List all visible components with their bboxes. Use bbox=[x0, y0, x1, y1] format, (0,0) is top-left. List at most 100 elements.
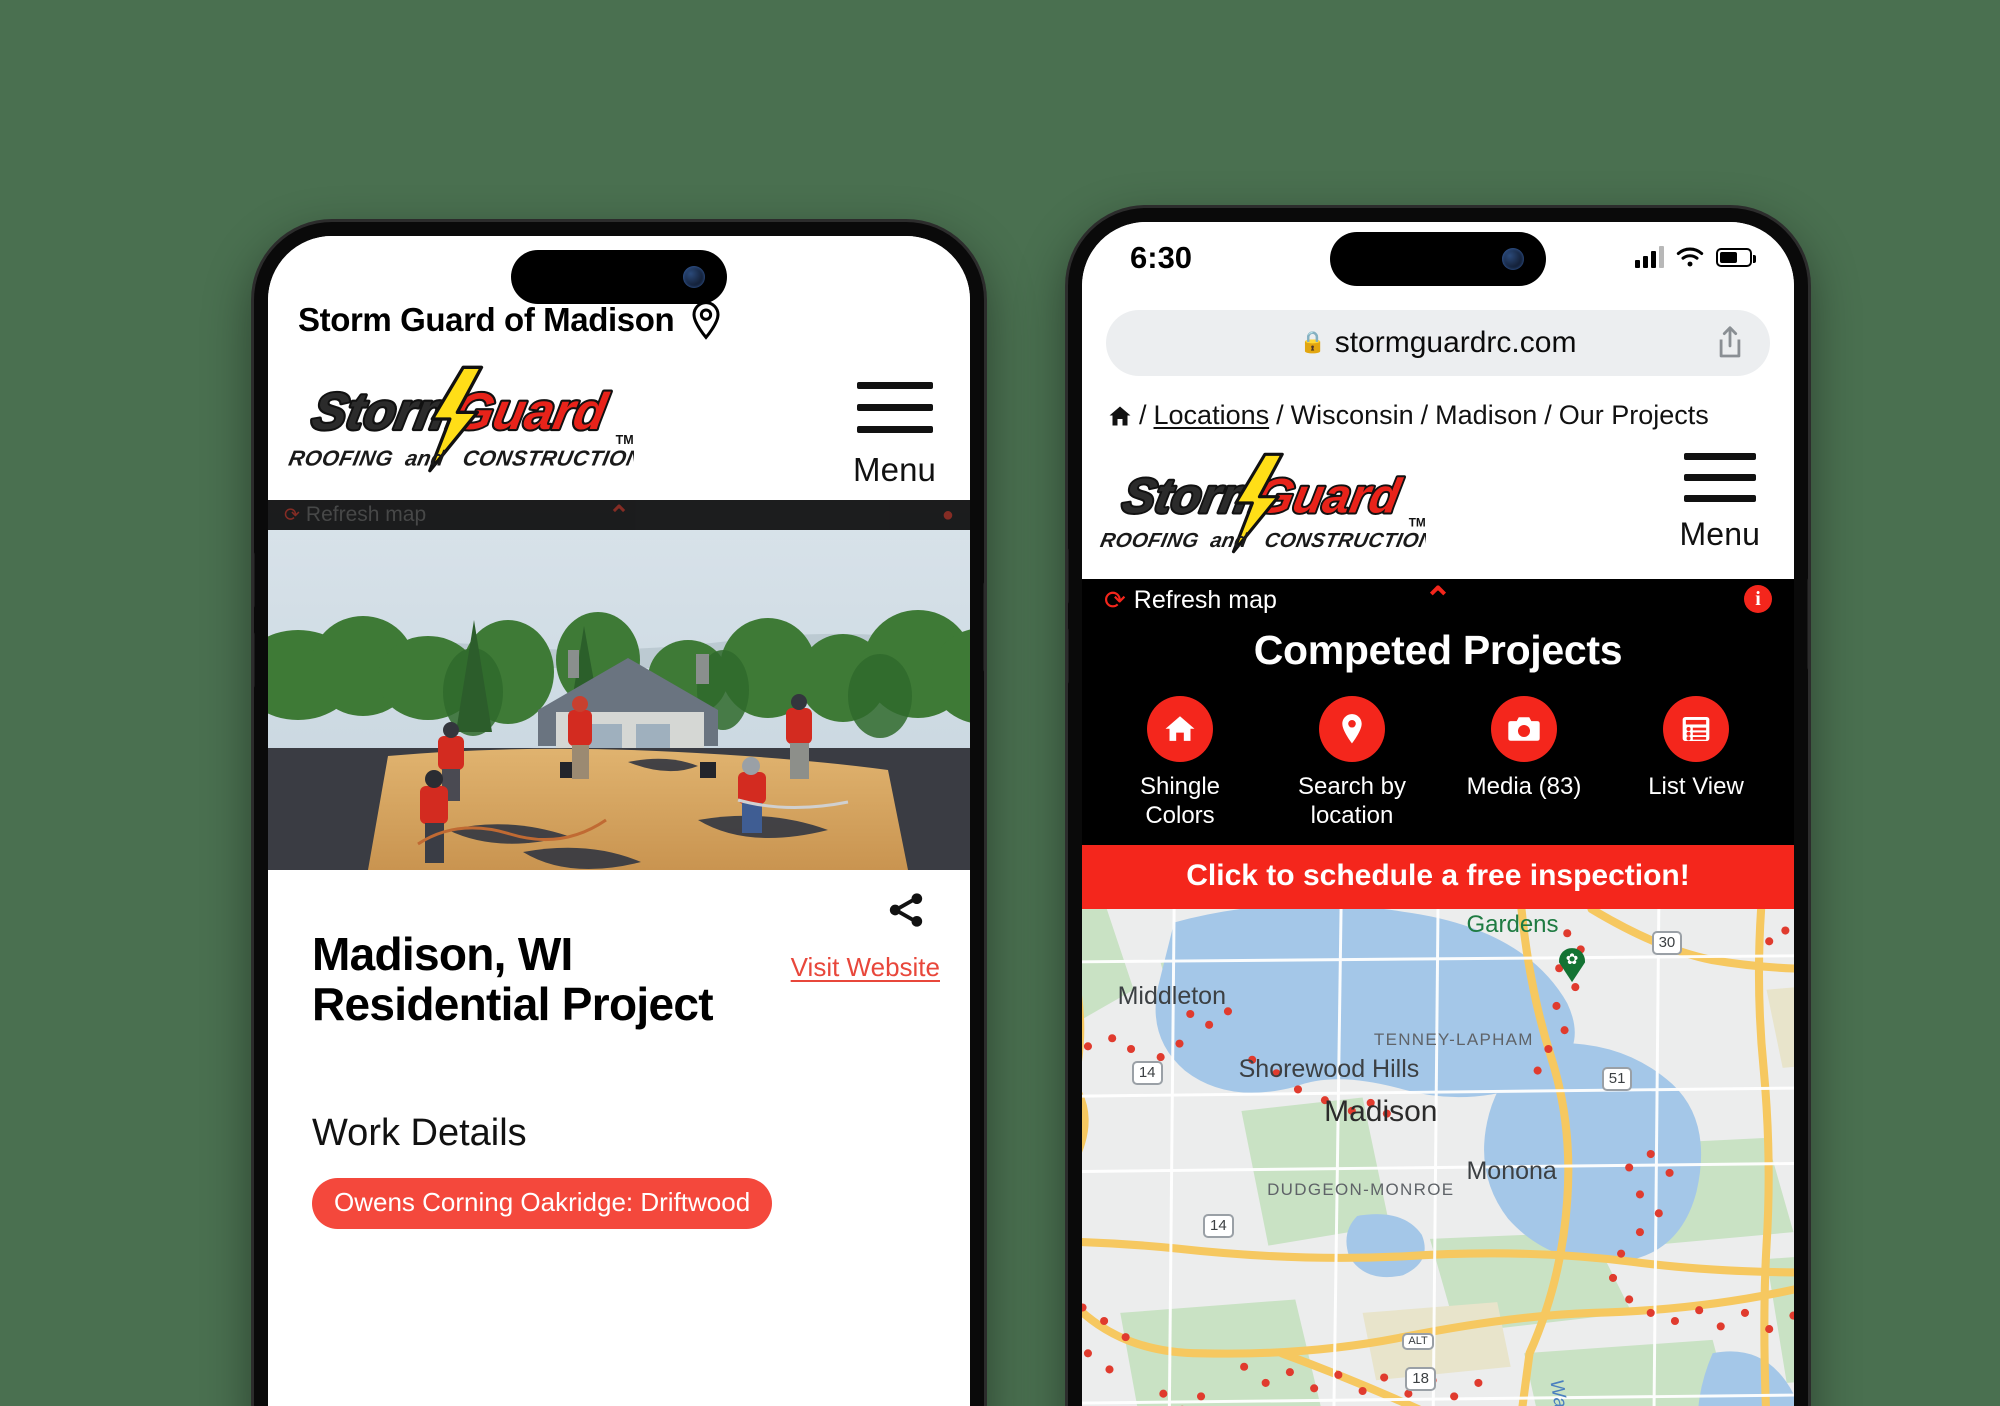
info-icon[interactable]: i bbox=[1744, 585, 1772, 613]
front-camera-icon bbox=[683, 266, 705, 288]
status-clock: 6:30 bbox=[1130, 240, 1193, 275]
site-logo-left[interactable]: Storm Storm Storm Guard Guard Guard TM R… bbox=[284, 364, 634, 474]
breadcrumb-separator: / bbox=[1139, 400, 1147, 430]
route-shield: 14 bbox=[1203, 1213, 1234, 1238]
svg-text:TM: TM bbox=[616, 433, 634, 447]
work-detail-chip[interactable]: Owens Corning Oakridge: Driftwood bbox=[312, 1178, 773, 1229]
volume-up-button[interactable] bbox=[1068, 548, 1069, 604]
panel-title: Competed Projects bbox=[1253, 627, 1623, 673]
left-phone-screen: Storm Guard of Madison Storm Storm Storm… bbox=[268, 236, 970, 1406]
refresh-map-button[interactable]: ⟳ Refresh map bbox=[1104, 586, 1277, 615]
project-photo[interactable]: ⟳ Refresh map ⌃ ● bbox=[268, 500, 970, 870]
chevron-up-icon: ⌃ bbox=[608, 500, 630, 530]
svg-text:CONSTRUCTION: CONSTRUCTION bbox=[1263, 529, 1426, 552]
share-icon[interactable] bbox=[886, 890, 926, 930]
svg-text:TM: TM bbox=[1409, 517, 1426, 530]
tile-label: Search by location bbox=[1297, 773, 1407, 830]
map-label-monona: Monona bbox=[1466, 1157, 1557, 1186]
panel-toolbar: ⟳ Refresh map ⌃ i bbox=[1082, 579, 1794, 621]
map-label-middleton: Middleton bbox=[1117, 982, 1226, 1011]
home-icon[interactable] bbox=[1108, 404, 1132, 428]
map-label-madison: Madison bbox=[1324, 1095, 1438, 1129]
cellular-signal-icon bbox=[1635, 246, 1664, 268]
lock-icon: 🔒 bbox=[1299, 331, 1326, 354]
route-shield: 18 bbox=[1405, 1366, 1436, 1391]
dynamic-island bbox=[1330, 232, 1546, 286]
chevron-up-icon[interactable]: ⌃ bbox=[1424, 582, 1453, 617]
visit-website-link[interactable]: Visit Website bbox=[791, 952, 940, 983]
menu-button-right[interactable]: Menu bbox=[1680, 453, 1760, 553]
project-detail-body: Visit Website Madison, WI Residential Pr… bbox=[268, 870, 970, 1406]
browser-address-bar[interactable]: 🔒 stormguardrc.com bbox=[1106, 310, 1770, 376]
hamburger-bar bbox=[1683, 474, 1756, 481]
site-logo-right[interactable]: Storm Storm Storm Guard Guard Guard TM R… bbox=[1096, 451, 1426, 555]
phone-mockup-right: 6:30 🔒 stormguardrc.com / Locations / Wi… bbox=[1068, 208, 1808, 1406]
refresh-icon: ⟳ bbox=[1104, 585, 1126, 615]
svg-text:CONSTRUCTION: CONSTRUCTION bbox=[461, 446, 634, 471]
power-button[interactable] bbox=[983, 582, 984, 672]
page-title: Storm Guard of Madison bbox=[298, 301, 675, 338]
tile-label: List View bbox=[1648, 773, 1744, 800]
url-text: stormguardrc.com bbox=[1334, 326, 1577, 359]
hamburger-bar bbox=[856, 426, 933, 433]
tile-search-by-location[interactable]: Search by location bbox=[1277, 696, 1427, 831]
breadcrumb-item-locations[interactable]: Locations bbox=[1154, 400, 1270, 431]
map-label-shorewood-hills: Shorewood Hills bbox=[1238, 1054, 1420, 1083]
dynamic-island bbox=[511, 250, 727, 304]
right-phone-screen: 6:30 🔒 stormguardrc.com / Locations / Wi… bbox=[1082, 222, 1794, 1406]
map-pin-icon bbox=[688, 300, 724, 340]
wifi-icon bbox=[1676, 247, 1704, 268]
svg-text:and: and bbox=[403, 446, 447, 471]
work-details-heading: Work Details bbox=[312, 1112, 527, 1154]
tile-media[interactable]: Media (83) bbox=[1449, 696, 1599, 831]
breadcrumb-separator: / bbox=[1420, 400, 1429, 430]
info-icon: ● bbox=[941, 503, 954, 526]
roofing-crew-photo bbox=[268, 500, 970, 870]
breadcrumb-separator: / bbox=[1276, 400, 1284, 430]
map-label-botanical-gardens: Gardens bbox=[1466, 911, 1559, 939]
refresh-icon: ⟳ bbox=[284, 504, 300, 526]
refresh-map-label: Refresh map bbox=[305, 503, 427, 526]
phone-mockup-left: Storm Guard of Madison Storm Storm Storm… bbox=[254, 222, 984, 1406]
breadcrumb: / Locations / Wisconsin / Madison / Our … bbox=[1082, 376, 1794, 431]
route-shield: 14 bbox=[1131, 1061, 1163, 1086]
menu-label: Menu bbox=[1679, 516, 1760, 552]
menu-button-left[interactable]: Menu bbox=[853, 382, 936, 489]
left-page-header: Storm Guard of Madison bbox=[298, 300, 724, 340]
battery-icon bbox=[1716, 247, 1756, 267]
ios-status-bar: 6:30 bbox=[1082, 222, 1794, 304]
hamburger-bar bbox=[1683, 495, 1756, 502]
route-shield: 30 bbox=[1651, 931, 1683, 956]
route-shield-alt: ALT bbox=[1402, 1332, 1434, 1350]
screenshot-canvas: Storm Guard of Madison Storm Storm Storm… bbox=[0, 0, 2000, 1406]
panel-tiles: Shingle Colors Search by location Media … bbox=[1082, 696, 1794, 831]
volume-down-button[interactable] bbox=[1068, 628, 1069, 684]
cta-banner[interactable]: Click to schedule a free inspection! bbox=[1082, 844, 1794, 909]
tile-shingle-colors[interactable]: Shingle Colors bbox=[1105, 696, 1255, 831]
project-title: Madison, WI Residential Project bbox=[312, 928, 714, 1030]
power-button[interactable] bbox=[1807, 578, 1808, 670]
map-label-tenney-lapham: TENNEY-LAPHAM bbox=[1373, 1030, 1534, 1050]
tile-label: Media (83) bbox=[1466, 773, 1582, 800]
volume-up-button[interactable] bbox=[254, 552, 255, 608]
camera-icon bbox=[1491, 696, 1557, 762]
tile-list-view[interactable]: List View bbox=[1621, 696, 1771, 831]
hamburger-bar bbox=[856, 382, 933, 389]
tile-label: Shingle Colors bbox=[1139, 773, 1221, 830]
volume-down-button[interactable] bbox=[254, 632, 255, 688]
breadcrumb-item-our-projects: Our Projects bbox=[1558, 400, 1709, 430]
breadcrumb-item-wisconsin[interactable]: Wisconsin bbox=[1291, 400, 1414, 431]
map-pin-icon bbox=[1319, 696, 1385, 762]
menu-label: Menu bbox=[853, 451, 936, 488]
svg-text:ROOFING: ROOFING bbox=[1098, 529, 1200, 552]
breadcrumb-separator: / bbox=[1544, 400, 1552, 430]
share-up-icon[interactable] bbox=[1716, 324, 1744, 360]
front-camera-icon bbox=[1502, 248, 1524, 270]
refresh-map-bar-partial: ⟳ Refresh map ⌃ ● bbox=[268, 500, 970, 530]
map-controls-panel: ⟳ Refresh map ⌃ i Competed Projects Shin… bbox=[1082, 579, 1794, 845]
breadcrumb-item-madison[interactable]: Madison bbox=[1435, 400, 1537, 431]
hamburger-bar bbox=[1683, 453, 1756, 460]
svg-text:ROOFING: ROOFING bbox=[287, 446, 396, 471]
google-map[interactable]: Gardens Middleton Shorewood Hills TENNEY… bbox=[1082, 908, 1794, 1406]
site-nav-right: Storm Storm Storm Guard Guard Guard TM R… bbox=[1082, 431, 1794, 579]
